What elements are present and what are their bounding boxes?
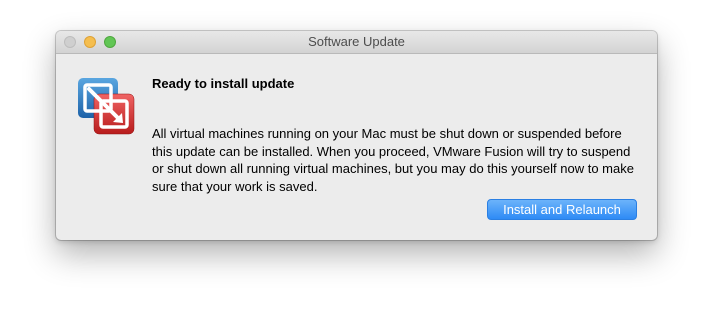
dialog-message: All virtual machines running on your Mac… bbox=[152, 126, 634, 194]
vmware-fusion-icon bbox=[78, 78, 135, 135]
software-update-window: Software Update Ready to install update … bbox=[56, 31, 657, 240]
window-title: Software Update bbox=[308, 34, 405, 49]
titlebar[interactable]: Software Update bbox=[56, 31, 657, 54]
install-and-relaunch-button[interactable]: Install and Relaunch bbox=[487, 199, 637, 220]
dialog-heading: Ready to install update bbox=[152, 76, 295, 91]
